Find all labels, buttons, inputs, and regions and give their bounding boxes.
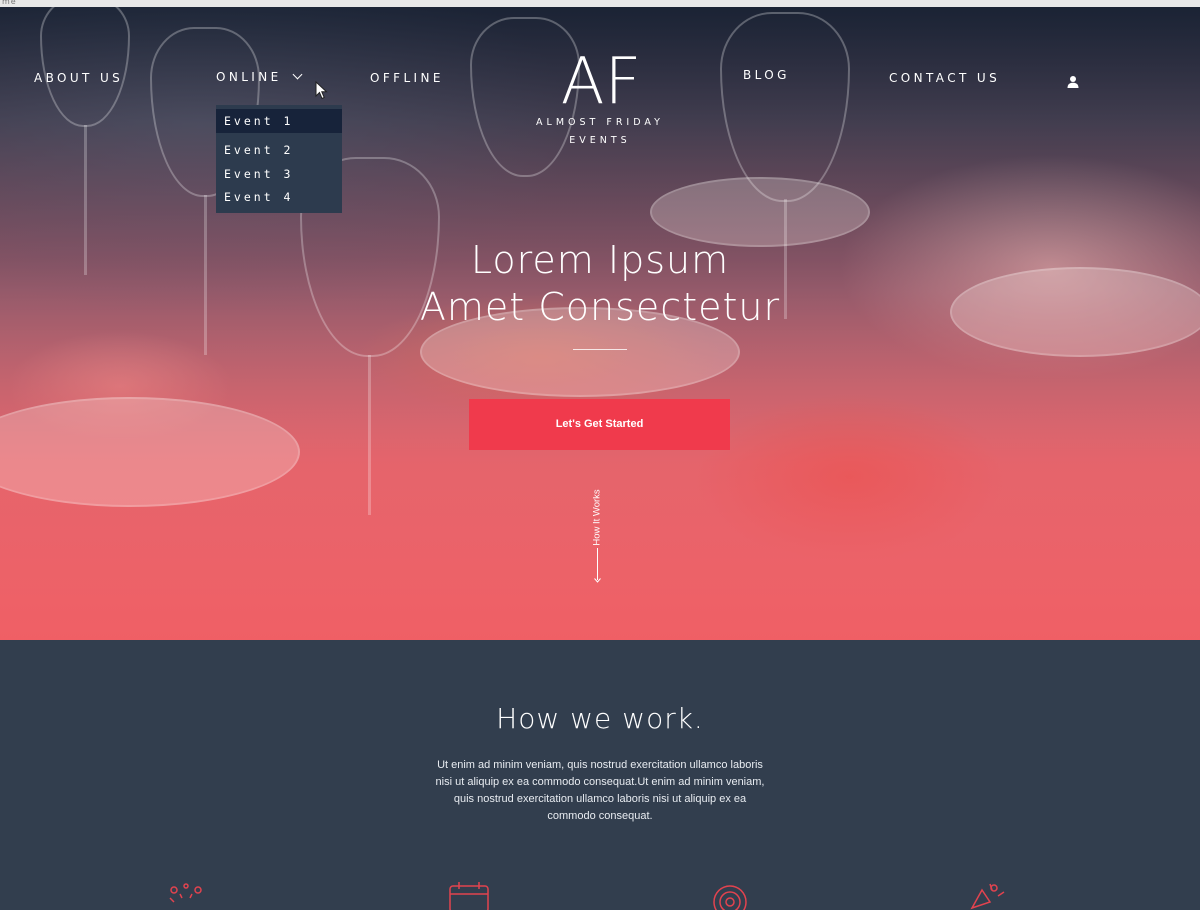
- user-icon[interactable]: [1066, 75, 1080, 89]
- celebration-icon: [169, 883, 202, 903]
- brand-name-line2: Events: [569, 135, 631, 146]
- dropdown-item-event-2[interactable]: Event 2: [216, 138, 342, 162]
- dropdown-item-event-4[interactable]: Event 4: [216, 185, 342, 209]
- hero-title-line2: Amet Consectetur: [419, 285, 781, 329]
- section-body-text: Ut enim ad minim veniam, quis nostrud ex…: [435, 759, 765, 822]
- hero-title-line1: Lorem Ipsum: [470, 238, 730, 282]
- dropdown-item-event-1[interactable]: Event 1: [216, 109, 342, 133]
- logo-monogram: AF: [561, 47, 642, 111]
- browser-tab-text: me: [2, 0, 17, 6]
- browser-top-bar: me: [0, 0, 1200, 7]
- calendar-icon: [449, 882, 489, 910]
- how-we-work-section: How we work. Ut enim ad minim veniam, qu…: [0, 640, 1200, 910]
- nav-online[interactable]: Online: [216, 69, 303, 84]
- how-it-works-link[interactable]: How It Works: [589, 489, 603, 622]
- chevron-down-icon: [292, 69, 303, 80]
- nav-about-us[interactable]: About us: [34, 71, 123, 85]
- title-divider: [573, 349, 627, 350]
- arrow-down-icon: [594, 578, 601, 583]
- get-started-button[interactable]: Let's Get Started: [469, 399, 730, 450]
- target-icon: [713, 885, 747, 910]
- nav-offline[interactable]: Offline: [370, 71, 444, 85]
- brand-name-line1: Almost Friday: [536, 117, 664, 128]
- brand-logo[interactable]: AF: [558, 47, 644, 111]
- dropdown-item-event-3[interactable]: Event 3: [216, 162, 342, 186]
- nav-contact-us[interactable]: Contact us: [889, 71, 1000, 85]
- hero-section: About us Online Offline Blog Contact us …: [0, 7, 1200, 640]
- section-title: How we work.: [496, 702, 704, 735]
- party-icon: [970, 883, 1005, 910]
- nav-online-label: Online: [216, 70, 282, 84]
- scroll-arrow-line: [597, 548, 598, 580]
- nav-blog[interactable]: Blog: [743, 68, 790, 82]
- mouse-cursor-icon: [315, 81, 328, 100]
- online-dropdown-menu: Event 1 Event 2 Event 3 Event 4: [216, 105, 342, 213]
- how-it-works-label: How It Works: [591, 489, 603, 546]
